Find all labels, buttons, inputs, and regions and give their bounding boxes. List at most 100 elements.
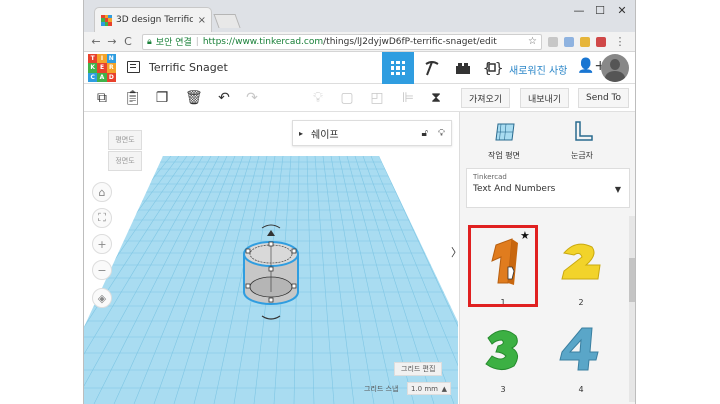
edit-grid-button[interactable]: 그리드 편집 (394, 362, 443, 376)
shape-item[interactable]: 3 (468, 312, 538, 394)
number-3-shape-icon (485, 330, 518, 370)
logo-letter: K (88, 63, 98, 73)
fit-view-button[interactable]: ⛶ (92, 208, 112, 228)
paste-icon[interactable]: 📋︎ (124, 90, 142, 106)
tinkercad-logo[interactable]: T I N K E R C A D (88, 54, 116, 82)
caret-up-icon: ▲ (441, 384, 447, 393)
forward-button[interactable]: → (104, 35, 120, 48)
view-cube-top[interactable]: 평면도 (108, 130, 142, 150)
mirror-icon[interactable]: ⧗ (428, 90, 444, 106)
logo-letter: C (88, 72, 98, 82)
scrollbar-thumb[interactable] (629, 258, 635, 302)
minimize-button[interactable]: — (569, 4, 589, 17)
shape-inspector[interactable]: ▸ 쉐이프 🔓︎ 💡︎ (292, 120, 452, 146)
library-title: Text And Numbers (473, 184, 556, 194)
workplane-label: 작업 평면 (488, 151, 520, 160)
shape-label: 3 (500, 385, 506, 394)
zoom-out-button[interactable]: − (92, 260, 112, 280)
zoom-in-button[interactable]: + (92, 234, 112, 254)
library-select[interactable]: Tinkercad Text And Numbers ▼ (466, 168, 630, 208)
bookmark-star-icon[interactable]: ☆ (528, 36, 537, 47)
snap-grid-select[interactable]: 1.0 mm ▲ (407, 382, 451, 395)
light-bulb-icon[interactable]: 💡︎ (438, 128, 445, 139)
snap-grid-label: 그리드 스냅 (364, 385, 399, 393)
shape-item[interactable]: 2 (546, 225, 616, 307)
undo-icon[interactable]: ↶ (216, 90, 232, 106)
library-provider: Tinkercad (473, 173, 507, 181)
tinkercad-header: T I N K E R C A D Terrific Snaget {새로워진… (84, 52, 635, 84)
tinkercad-favicon-icon (101, 14, 112, 26)
avatar[interactable] (601, 54, 629, 82)
view-cube-front[interactable]: 정면도 (108, 151, 142, 171)
ruler-icon (575, 121, 593, 141)
browser-tab[interactable]: 3D design Terrific Snage × (94, 7, 212, 32)
number-4-shape-icon (559, 327, 599, 371)
close-window-button[interactable]: ✕ (612, 4, 632, 17)
ruler-label: 눈금자 (570, 151, 594, 160)
lock-icon[interactable]: 🔓︎ (422, 128, 428, 139)
shape-panel-label: 쉐이프 (311, 129, 339, 141)
caret-down-icon: ▼ (614, 185, 621, 194)
note-icon[interactable]: ▢ (339, 90, 355, 106)
browser-window: 3D design Terrific Snage × — ☐ ✕ ← → C 🔒… (83, 0, 636, 404)
duplicate-icon[interactable]: ❐ (154, 90, 170, 106)
logo-letter: D (106, 72, 116, 82)
reload-button[interactable]: C (120, 35, 136, 48)
logo-letter: T (88, 54, 98, 64)
design-menu-icon[interactable] (127, 61, 140, 73)
edit-toolbar: ⧉ 📋︎ ❐ 🗑︎ ↶ ↷ 💡︎ ▢ ◰ ⊫ ⧗ 가져오기 내보내기 Send … (84, 84, 635, 112)
light-bulb-icon[interactable]: 💡︎ (310, 90, 326, 106)
lock-icon: 🔒︎ (147, 36, 152, 47)
extension-icon[interactable] (596, 36, 606, 47)
workplane-viewport[interactable]: 평면도 정면도 ⌂ ⛶ + − ◈ ▸ 쉐이프 🔓︎ 💡︎ 그리드 편집 그리드… (84, 112, 458, 404)
blocks-button[interactable] (416, 52, 448, 84)
logo-letter: E (97, 63, 107, 73)
view-cube[interactable]: 평면도 정면도 (108, 130, 142, 172)
snap-grid-value: 1.0 mm (411, 384, 438, 393)
whats-new-button[interactable]: 새로워진 사항 (509, 62, 567, 77)
redo-icon[interactable]: ↷ (244, 90, 260, 106)
copy-icon[interactable]: ⧉ (94, 90, 110, 106)
perspective-button[interactable]: ◈ (92, 288, 112, 308)
url-separator: | (195, 36, 199, 47)
code-blocks-button[interactable]: { } (476, 52, 508, 84)
shape-item[interactable]: 4 (546, 312, 616, 394)
logo-letter: I (97, 54, 107, 64)
number-2-shape-icon (561, 243, 601, 280)
logo-letter: A (97, 72, 107, 82)
title-bar: 3D design Terrific Snage × — ☐ ✕ (84, 0, 635, 32)
send-to-button[interactable]: Send To (578, 88, 630, 108)
extension-icon[interactable] (548, 36, 558, 47)
bricks-button[interactable] (447, 52, 479, 84)
shape-label: 4 (578, 385, 584, 394)
align-icon[interactable]: ⊫ (400, 90, 416, 106)
delete-icon[interactable]: 🗑︎ (185, 90, 203, 106)
extension-icon[interactable] (564, 36, 574, 47)
back-button[interactable]: ← (88, 35, 104, 48)
new-tab-button[interactable] (213, 14, 241, 28)
import-button[interactable]: 가져오기 (461, 88, 511, 108)
logo-letter: R (106, 63, 116, 73)
home-view-button[interactable]: ⌂ (92, 182, 112, 202)
maximize-button[interactable]: ☐ (590, 4, 610, 17)
design-name[interactable]: Terrific Snaget (149, 61, 228, 74)
expand-arrow-icon[interactable]: ▸ (299, 129, 303, 138)
braces-icon: { } (483, 61, 502, 77)
tab-close-icon[interactable]: × (198, 15, 206, 26)
chrome-menu-icon[interactable]: ⋮ (612, 35, 628, 48)
workplane-tool[interactable]: 작업 평면 (474, 120, 534, 161)
highlight-box (468, 225, 538, 307)
group-icon[interactable]: ◰ (369, 90, 385, 106)
ruler-tool[interactable]: 눈금자 (552, 120, 612, 161)
export-button[interactable]: 내보내기 (520, 88, 570, 108)
shapes-scrollbar[interactable] (629, 216, 635, 402)
url-field[interactable]: 🔒︎ 보안 연결 | https://www.tinkercad.com /th… (142, 33, 542, 50)
3d-view-button[interactable] (382, 52, 414, 84)
secure-label: 보안 연결 (155, 38, 192, 48)
extension-icon[interactable] (580, 36, 590, 47)
shape-label: 2 (578, 298, 584, 307)
workplane-icon (495, 123, 515, 141)
collapse-panel-icon[interactable]: 〉 (451, 244, 458, 268)
url-path: /things/lJ2dyjwD6fP-terrific-snaget/edit (323, 36, 497, 47)
svg-text:}: } (495, 61, 502, 77)
